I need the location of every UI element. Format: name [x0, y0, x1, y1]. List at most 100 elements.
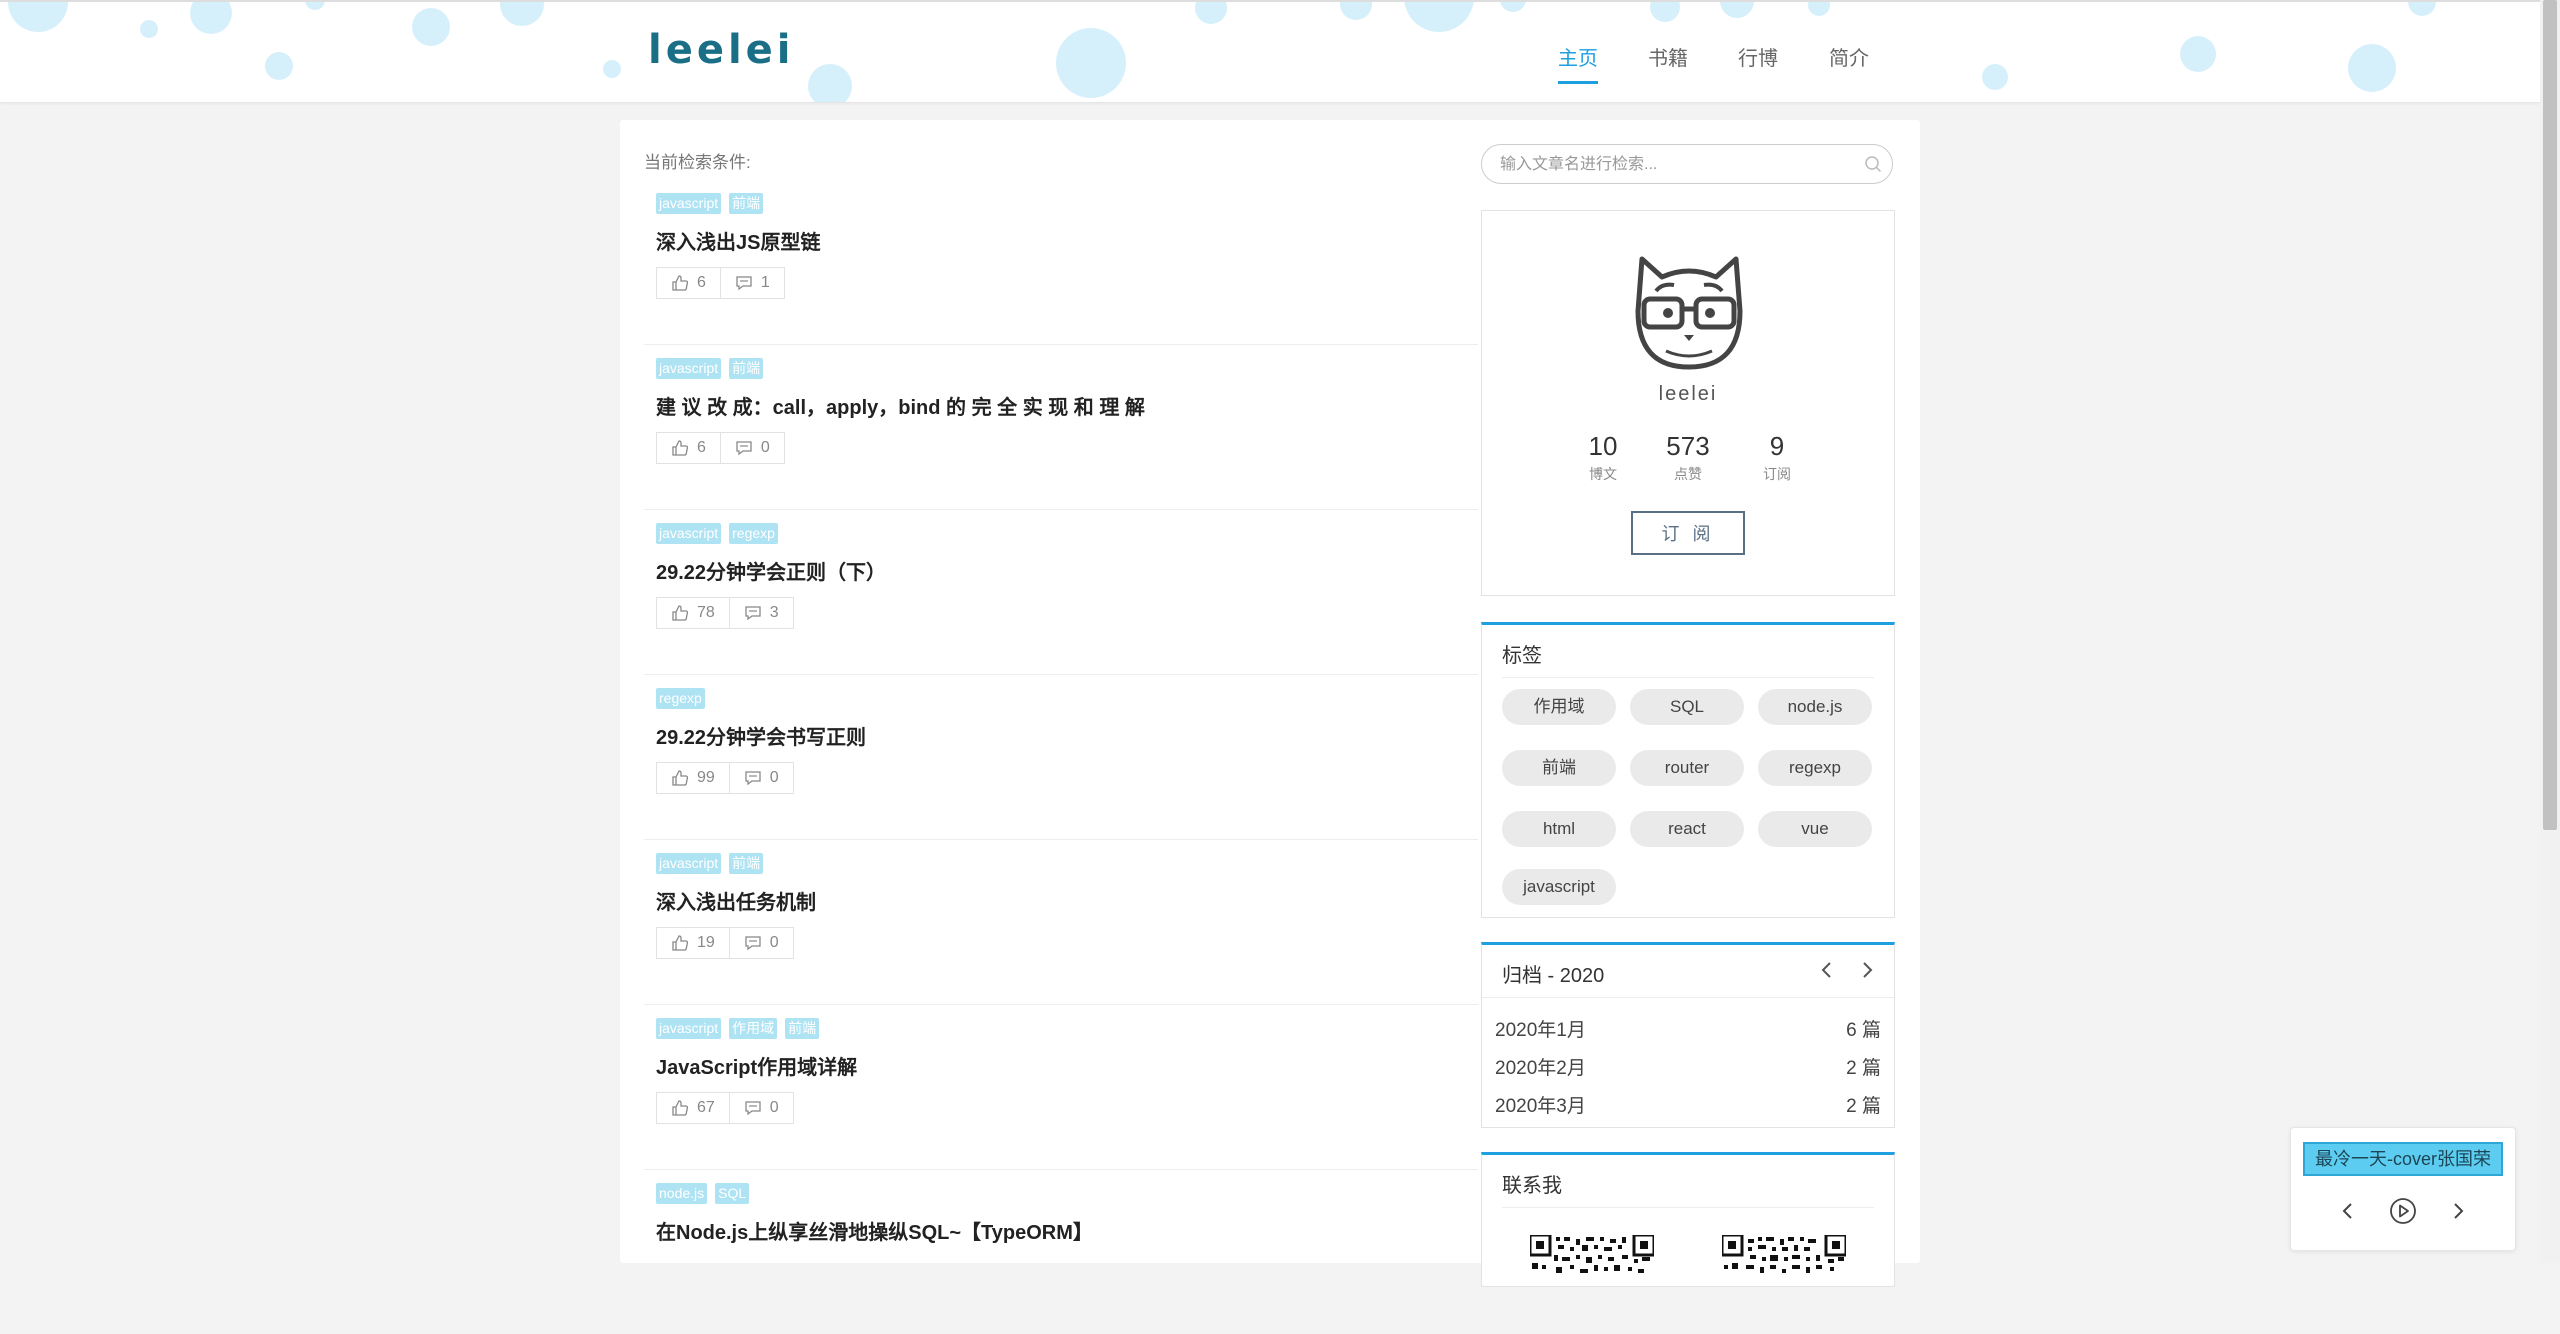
decor-bubble — [1500, 2, 1526, 12]
post-item: regexp 29.22分钟学会书写正则 99 0 — [644, 675, 1478, 840]
archive-panel: 归档 - 2020 2020年1月 6 篇 2020年2月 2 篇 2020年3… — [1481, 942, 1895, 1128]
like-button[interactable]: 78 — [657, 598, 729, 628]
post-title[interactable]: 建 议 改 成：call，apply，bind 的 完 全 实 现 和 理 解 — [656, 391, 1145, 420]
song-title[interactable]: 最冷一天-cover张国荣 — [2303, 1142, 2503, 1176]
post-tag[interactable]: regexp — [729, 523, 778, 544]
thumbs-up-icon — [672, 1100, 689, 1116]
tag-pill[interactable]: html — [1502, 811, 1616, 847]
post-title[interactable]: 在Node.js上纵享丝滑地操纵SQL~【TypeORM】 — [656, 1216, 1093, 1245]
nav-travel[interactable]: 行博 — [1738, 42, 1778, 81]
thumbs-up-icon — [672, 935, 689, 951]
like-button[interactable]: 6 — [657, 268, 720, 298]
tag-pill[interactable]: router — [1630, 750, 1744, 786]
page-scrollbar[interactable] — [2540, 0, 2560, 1263]
like-button[interactable]: 19 — [657, 928, 729, 958]
next-track-icon[interactable] — [2449, 1200, 2467, 1222]
decor-bubble — [1404, 2, 1474, 32]
profile-username: leelei — [1658, 383, 1718, 405]
post-title[interactable]: 29.22分钟学会书写正则 — [656, 721, 866, 750]
post-tag[interactable]: 作用域 — [729, 1018, 778, 1039]
chevron-right-icon[interactable] — [1858, 959, 1876, 981]
comment-icon — [736, 441, 752, 456]
post-stats: 67 0 — [656, 1092, 794, 1124]
tag-pill[interactable]: SQL — [1630, 689, 1744, 725]
comment-button[interactable]: 0 — [728, 928, 793, 958]
like-button[interactable]: 67 — [657, 1093, 729, 1123]
post-title[interactable]: JavaScript作用域详解 — [656, 1051, 857, 1080]
comment-icon — [745, 936, 761, 951]
tag-pill[interactable]: 作用域 — [1502, 689, 1616, 725]
comment-button[interactable]: 0 — [728, 1093, 793, 1123]
post-list: javascript 前端 深入浅出JS原型链 6 1 javascript 前… — [644, 180, 1478, 1334]
tags-panel: 标签 作用域 SQL node.js 前端 router regexp html… — [1481, 622, 1895, 918]
tag-pill[interactable]: 前端 — [1502, 750, 1616, 786]
post-item: javascript 前端 建 议 改 成：call，apply，bind 的 … — [644, 345, 1478, 510]
post-tag[interactable]: 前端 — [729, 193, 764, 214]
tag-pill[interactable]: react — [1630, 811, 1744, 847]
stat-label: 订阅 — [1763, 466, 1791, 482]
post-tag[interactable]: regexp — [656, 688, 705, 709]
archive-row[interactable]: 2020年3月 2 篇 — [1495, 1091, 1881, 1118]
post-item: javascript regexp 29.22分钟学会正则（下） 78 3 — [644, 510, 1478, 675]
tag-pill[interactable]: javascript — [1502, 869, 1616, 905]
site-logo[interactable]: leelei — [648, 28, 795, 72]
post-tag[interactable]: javascript — [656, 358, 722, 379]
like-button[interactable]: 99 — [657, 763, 729, 793]
post-tags: javascript 前端 — [656, 193, 764, 214]
nav-about[interactable]: 简介 — [1829, 42, 1869, 81]
thumbs-up-icon — [672, 275, 689, 291]
comment-icon — [736, 276, 752, 291]
comment-button[interactable]: 0 — [728, 763, 793, 793]
post-tag[interactable]: javascript — [656, 523, 722, 544]
comment-count: 0 — [769, 769, 779, 786]
post-tag[interactable]: node.js — [656, 1183, 708, 1204]
post-title[interactable]: 深入浅出JS原型链 — [656, 226, 820, 255]
post-tags: javascript 前端 — [656, 358, 764, 379]
post-tag[interactable]: 前端 — [785, 1018, 820, 1039]
archive-title: 归档 - 2020 — [1502, 965, 1605, 987]
post-tag[interactable]: 前端 — [729, 853, 764, 874]
like-button[interactable]: 6 — [657, 433, 720, 463]
previous-track-icon[interactable] — [2339, 1200, 2357, 1222]
comment-button[interactable]: 3 — [728, 598, 793, 628]
decor-bubble — [1982, 64, 2008, 90]
scrollbar-thumb[interactable] — [2543, 0, 2557, 830]
archive-count: 2 篇 — [1846, 1058, 1881, 1079]
post-tags: javascript regexp — [656, 523, 778, 544]
comment-button[interactable]: 0 — [719, 433, 784, 463]
post-tag[interactable]: javascript — [656, 1018, 722, 1039]
comment-count: 0 — [760, 439, 770, 456]
tag-pill[interactable]: vue — [1758, 811, 1872, 847]
post-stats: 99 0 — [656, 762, 794, 794]
like-count: 99 — [697, 769, 715, 786]
post-title[interactable]: 深入浅出任务机制 — [656, 886, 816, 915]
subscribe-button[interactable]: 订 阅 — [1631, 511, 1745, 555]
decor-bubble — [500, 2, 544, 26]
decor-bubble — [808, 64, 852, 102]
stat-value: 9 — [1769, 431, 1785, 461]
post-tags: javascript 作用域 前端 — [656, 1018, 820, 1039]
qr-code-image — [1722, 1235, 1846, 1273]
archive-month: 2020年2月 — [1495, 1058, 1586, 1079]
post-tag[interactable]: SQL — [715, 1183, 750, 1204]
chevron-left-icon[interactable] — [1818, 959, 1836, 981]
post-tags: javascript 前端 — [656, 853, 764, 874]
archive-row[interactable]: 2020年1月 6 篇 — [1495, 1015, 1881, 1042]
comment-button[interactable]: 1 — [719, 268, 784, 298]
post-tag[interactable]: javascript — [656, 193, 722, 214]
site-header: leelei 主页 书籍 行博 简介 — [0, 0, 2540, 103]
post-tag[interactable]: javascript — [656, 853, 722, 874]
thumbs-up-icon — [672, 605, 689, 621]
post-title[interactable]: 29.22分钟学会正则（下） — [656, 556, 886, 585]
search-input[interactable] — [1498, 153, 1852, 177]
nav-home[interactable]: 主页 — [1558, 42, 1598, 84]
article-search — [1481, 144, 1893, 184]
play-icon[interactable] — [2389, 1197, 2417, 1225]
music-player: 最冷一天-cover张国荣 — [2290, 1127, 2516, 1251]
nav-books[interactable]: 书籍 — [1648, 42, 1688, 81]
post-tag[interactable]: 前端 — [729, 358, 764, 379]
tag-pill[interactable]: regexp — [1758, 750, 1872, 786]
tag-pill[interactable]: node.js — [1758, 689, 1872, 725]
archive-row[interactable]: 2020年2月 2 篇 — [1495, 1053, 1881, 1080]
search-icon[interactable] — [1864, 155, 1882, 173]
